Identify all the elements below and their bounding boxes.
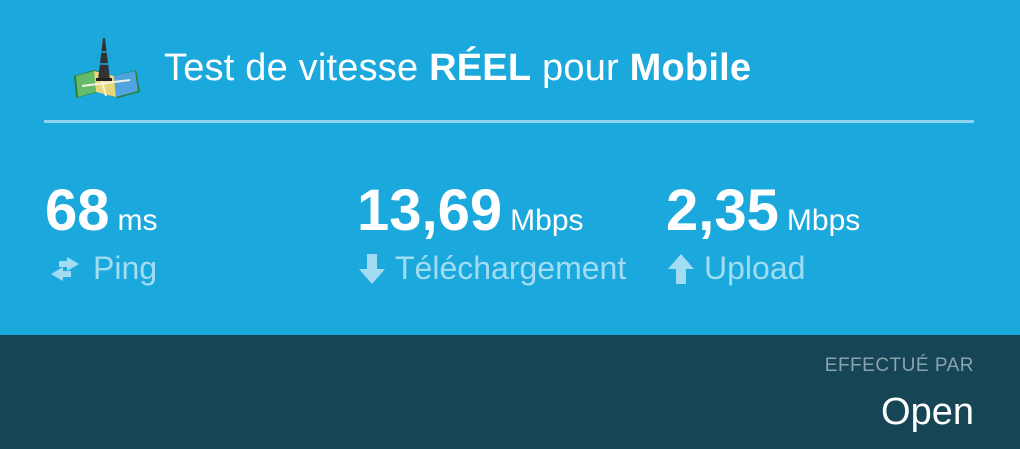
ping-value: 68 bbox=[45, 178, 110, 243]
speedtest-result-card: Test de vitesse RÉEL pour Mobile 68 ms P… bbox=[0, 0, 1020, 449]
swap-arrows-icon bbox=[51, 256, 79, 281]
upload-unit: Mbps bbox=[786, 204, 861, 237]
footer: EFFECTUÉ PAR Open bbox=[0, 335, 1020, 449]
title-emphasis-mobile: Mobile bbox=[629, 46, 752, 89]
map-tower-icon bbox=[74, 38, 140, 98]
download-label: Téléchargement bbox=[395, 250, 627, 286]
result-panel: Test de vitesse RÉEL pour Mobile 68 ms P… bbox=[0, 0, 1020, 335]
download-metric: 13,69 Mbps Téléchargement bbox=[357, 180, 626, 287]
ping-metric: 68 ms Ping bbox=[45, 180, 158, 287]
app-title: Test de vitesse RÉEL pour Mobile bbox=[164, 46, 752, 89]
upload-metric: 2,35 Mbps Upload bbox=[666, 180, 860, 287]
download-value: 13,69 bbox=[357, 178, 503, 243]
upload-value: 2,35 bbox=[666, 178, 779, 243]
arrow-down-icon bbox=[359, 253, 385, 284]
performed-by-label: EFFECTUÉ PAR bbox=[824, 355, 974, 376]
ping-label: Ping bbox=[93, 250, 158, 286]
title-emphasis-real: RÉEL bbox=[429, 46, 532, 89]
header: Test de vitesse RÉEL pour Mobile bbox=[70, 36, 751, 100]
ping-unit: ms bbox=[117, 204, 158, 237]
brand-name[interactable]: Open bbox=[881, 391, 974, 434]
divider bbox=[44, 120, 974, 123]
arrow-up-icon bbox=[668, 253, 694, 284]
upload-label: Upload bbox=[704, 250, 806, 286]
download-unit: Mbps bbox=[510, 204, 584, 237]
